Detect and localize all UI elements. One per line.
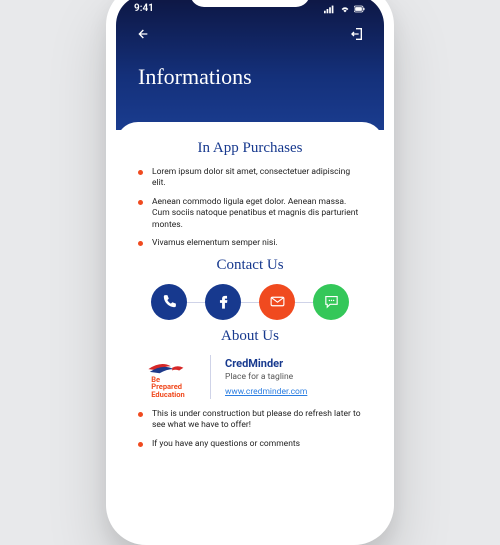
facebook-icon (215, 293, 232, 310)
about-list: This is under construction but please do… (136, 409, 364, 450)
brand-url-link[interactable]: www.credminder.com (225, 387, 307, 397)
list-item: If you have any questions or comments (138, 439, 362, 450)
brand-name: CredMinder (225, 357, 307, 370)
page-title: Informations (116, 46, 384, 90)
section-heading-about: About Us (136, 328, 364, 345)
brand-tagline: Place for a tagline (225, 372, 307, 382)
list-item: This is under construction but please do… (138, 409, 362, 432)
purchases-list: Lorem ipsum dolor sit amet, consectetuer… (136, 167, 364, 250)
logo-text-line: Education (151, 390, 184, 399)
phone-icon (161, 293, 178, 310)
section-heading-contact: Contact Us (136, 257, 364, 274)
status-icons (324, 4, 366, 14)
list-item: Vivamus elementum semper nisi. (138, 238, 362, 249)
contact-phone-button[interactable] (151, 284, 187, 320)
header: 9:41 Informations (116, 0, 384, 130)
phone-frame: 9:41 Informations In App Purchases (106, 0, 394, 545)
signal-icon (324, 4, 336, 14)
email-icon (269, 293, 286, 310)
divider (210, 355, 211, 399)
list-item: Lorem ipsum dolor sit amet, consectetuer… (138, 167, 362, 190)
exit-icon (350, 26, 366, 42)
screen: 9:41 Informations In App Purchases (116, 0, 384, 535)
wifi-icon (339, 4, 351, 14)
arrow-left-icon (134, 26, 150, 42)
exit-button[interactable] (350, 26, 366, 46)
contact-sms-button[interactable] (313, 284, 349, 320)
brand-logo: Be Prepared Education (140, 356, 196, 399)
contact-buttons (136, 284, 364, 320)
status-time: 9:41 (134, 3, 154, 14)
nav-bar (116, 14, 384, 46)
section-heading-purchases: In App Purchases (136, 140, 364, 157)
battery-icon (354, 4, 366, 14)
brand-block: CredMinder Place for a tagline www.credm… (225, 357, 307, 397)
about-row: Be Prepared Education CredMinder Place f… (140, 355, 360, 399)
sms-icon (323, 293, 340, 310)
notch (190, 0, 310, 7)
content-card: In App Purchases Lorem ipsum dolor sit a… (116, 122, 384, 535)
back-button[interactable] (134, 26, 150, 46)
list-item: Aenean commodo ligula eget dolor. Aenean… (138, 197, 362, 231)
contact-email-button[interactable] (259, 284, 295, 320)
contact-facebook-button[interactable] (205, 284, 241, 320)
